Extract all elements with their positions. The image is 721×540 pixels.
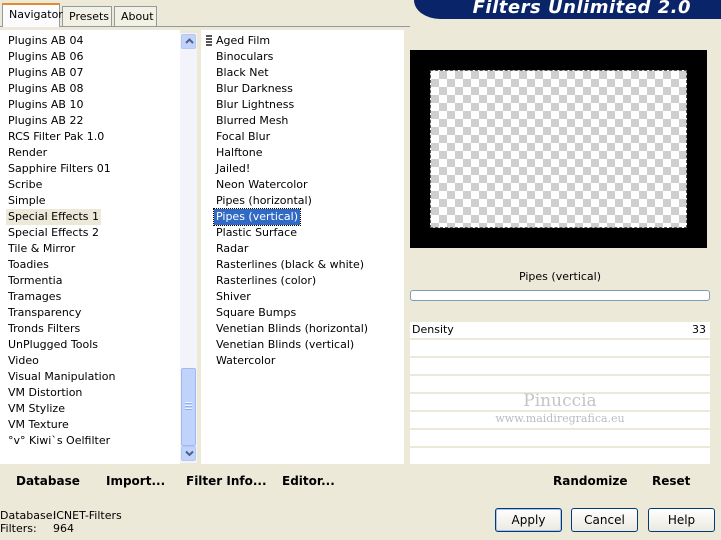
preview-frame [410,50,707,248]
list-item[interactable]: Square Bumps [214,305,298,321]
tab-about[interactable]: About [114,6,157,26]
list-item[interactable]: Scribe [6,177,44,193]
list-item[interactable]: Focal Blur [214,129,272,145]
scroll-up-button[interactable] [181,34,196,49]
list-item[interactable]: Venetian Blinds (horizontal) [214,321,370,337]
list-item[interactable]: Tramages [6,289,63,305]
list-item[interactable]: Sapphire Filters 01 [6,161,113,177]
list-item[interactable]: Black Net [214,65,271,81]
app-title: Filters Unlimited 2.0 [472,0,691,18]
database-value: ICNET-Filters [53,509,122,522]
scroll-thumb[interactable] [181,368,196,446]
list-item[interactable]: Rasterlines (color) [214,273,318,289]
list-item[interactable]: Tronds Filters [6,321,82,337]
category-list[interactable]: Plugins AB 04 Plugins AB 06 Plugins AB 07 P… [0,30,180,464]
list-item[interactable]: Plugins AB 08 [6,81,85,97]
list-item[interactable]: Blurred Mesh [214,113,290,129]
tab-navigator[interactable]: Navigator [2,3,63,27]
list-item[interactable]: Pipes (horizontal) [214,193,314,209]
randomize-button[interactable]: Randomize [553,474,627,488]
param-row-empty [410,448,710,465]
list-item[interactable]: VM Texture [6,417,71,433]
chevron-up-icon [185,38,194,44]
filter-title: Pipes (vertical) [518,270,602,283]
preview-canvas [430,70,687,228]
tab-presets[interactable]: Presets [62,6,112,26]
list-item[interactable]: Plugins AB 22 [6,113,85,129]
app-banner: Filters Unlimited 2.0 [414,0,721,19]
list-item[interactable]: Special Effects 2 [6,225,101,241]
scroll-down-button[interactable] [181,446,196,461]
param-row-empty [410,358,710,375]
list-item[interactable]: Plugins AB 10 [6,97,85,113]
list-item[interactable]: Plastic Surface [214,225,299,241]
list-item[interactable]: Shiver [214,289,253,305]
watermark-url: www.maidiregrafica.eu [495,412,625,425]
list-item[interactable]: Plugins AB 06 [6,49,85,65]
list-item[interactable]: Blur Darkness [214,81,295,97]
list-item[interactable]: Pipes (vertical) [212,208,302,226]
list-item[interactable]: Visual Manipulation [6,369,117,385]
list-item[interactable]: Binoculars [214,49,275,65]
list-item[interactable]: VM Distortion [6,385,84,401]
import-button[interactable]: Import... [106,474,165,488]
list-item[interactable]: Neon Watercolor [214,177,310,193]
database-button[interactable]: Database [16,474,80,488]
list-item[interactable]: Halftone [214,145,265,161]
param-row-density[interactable]: Density 33 [410,322,710,339]
filters-label: Filters: [0,522,37,535]
editor-button[interactable]: Editor... [282,474,335,488]
cancel-button[interactable]: Cancel [571,508,638,532]
list-item[interactable]: Video [6,353,41,369]
list-item[interactable]: UnPlugged Tools [6,337,100,353]
list-item[interactable]: Tormentia [6,273,64,289]
list-item[interactable]: Watercolor [214,353,277,369]
list-item[interactable]: °v° Kiwi`s Oelfilter [6,433,112,449]
list-item[interactable]: Venetian Blinds (vertical) [214,337,356,353]
filter-info-button[interactable]: Filter Info... [186,474,267,488]
list-item[interactable]: VM Stylize [6,401,67,417]
list-item[interactable]: Aged Film [214,33,272,49]
tab-strip-line [0,26,410,27]
list-item[interactable]: Rasterlines (black & white) [214,257,366,273]
param-label: Density [412,323,454,336]
database-label: Database: [0,509,57,522]
list-item[interactable]: RCS Filter Pak 1.0 [6,129,106,145]
param-value[interactable]: 33 [692,323,706,336]
help-button[interactable]: Help [648,508,715,532]
filter-list[interactable]: Aged Film Binoculars Black Net Blur Darknes… [201,30,404,464]
list-item[interactable]: Jailed! [214,161,252,177]
list-item[interactable]: Plugins AB 04 [6,33,85,49]
chevron-down-icon [185,450,194,457]
list-item[interactable]: Plugins AB 07 [6,65,85,81]
list-item[interactable]: Render [6,145,49,161]
list-item[interactable]: Simple [6,193,48,209]
apply-button[interactable]: Apply [495,508,562,532]
list-item[interactable]: Toadies [6,257,51,273]
list-item[interactable]: Special Effects 1 [6,209,102,225]
progress-bar [410,290,710,301]
list-item[interactable]: Transparency [6,305,83,321]
list-item[interactable]: Tile & Mirror [6,241,77,257]
filters-value: 964 [53,522,74,535]
watermark-name: Pinuccia [523,391,597,411]
list-grip-icon [206,35,212,47]
param-row-empty [410,340,710,357]
param-row-empty [410,430,710,447]
list-item[interactable]: Radar [214,241,250,257]
list-item[interactable]: Blur Lightness [214,97,296,113]
reset-button[interactable]: Reset [652,474,690,488]
